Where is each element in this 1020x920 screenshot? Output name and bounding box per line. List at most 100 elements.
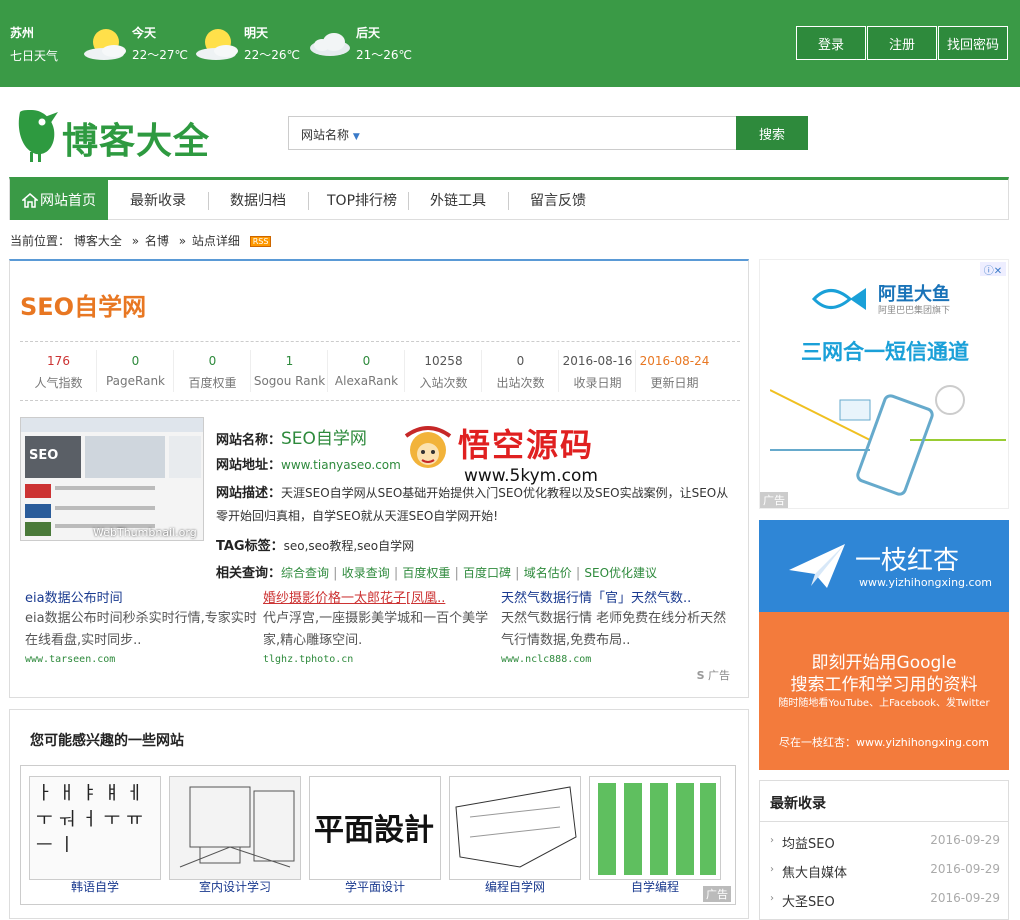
breadcrumb: 当前位置： 博客大全 » 名博 » 站点详细 RSS <box>10 232 277 249</box>
stat-item: 2016-08-24 更新日期 <box>636 342 713 400</box>
related-site-name[interactable]: 室内设计学习 <box>169 878 301 895</box>
weather-temp: 21～26℃ <box>356 48 413 62</box>
register-button[interactable]: 注册 <box>867 26 937 60</box>
stat-item: 0 出站次数 <box>482 342 559 400</box>
site-url-link[interactable]: www.tianyaseo.com <box>281 458 401 472</box>
search-type-select[interactable]: 网站名称 ▼ <box>301 126 360 143</box>
nav-link-tools[interactable]: 外链工具 <box>430 180 486 220</box>
grid-ad-label[interactable]: 广告 <box>703 886 731 902</box>
ad-s-icon: S <box>696 669 705 682</box>
ad-body: 天然气数据行情 老师免费在线分析天然气行情数据,免费布局.. <box>501 611 727 648</box>
stat-item: 0 AlexaRank <box>328 342 405 400</box>
right-ad-alidayu[interactable]: ⓘ✕ 阿里大鱼 阿里巴巴集团旗下 三网合一短信通道 广告 <box>759 259 1009 509</box>
related-site-thumb[interactable] <box>589 776 721 880</box>
query-separator: | <box>450 566 464 581</box>
related-query-link[interactable]: SEO优化建议 <box>584 566 657 580</box>
ad-title[interactable]: eia数据公布时间 <box>25 587 259 606</box>
nav-latest[interactable]: 最新收录 <box>130 180 186 220</box>
ad-headline: 三网合一短信通道 <box>801 340 969 364</box>
related-query-link[interactable]: 域名估价 <box>524 566 572 580</box>
nav-archive[interactable]: 数据归档 <box>230 180 286 220</box>
latest-item-name[interactable]: 大圣SEO <box>782 891 835 910</box>
latest-item-name[interactable]: 均益SEO <box>782 833 835 852</box>
login-button[interactable]: 登录 <box>796 26 866 60</box>
stat-value: 10258 <box>424 354 463 368</box>
right-ad-yizhihongxing[interactable]: 一枝红杏 www.yizhihongxing.com 即刻开始用Google 搜… <box>759 520 1009 770</box>
weather-day-after: 后天 21～26℃ <box>308 20 418 70</box>
ad-info-icon[interactable]: ⓘ✕ <box>980 262 1006 277</box>
stat-value: 0 <box>516 354 525 368</box>
ad-item[interactable]: eia数据公布时间 eia数据公布时间秒杀实时行情,专家实时在线看盘,实时同步.… <box>25 587 259 665</box>
bird-logo-icon[interactable] <box>12 100 60 164</box>
stat-item: 176 人气指数 <box>20 342 97 400</box>
query-separator: | <box>571 566 585 581</box>
site-url-row: 网站地址：www.tianyaseo.com <box>216 454 401 473</box>
stat-label: PageRank <box>105 374 166 388</box>
fish-logo-icon <box>811 288 866 310</box>
ad-title[interactable]: 天然气数据行情「官」天然气数.. <box>501 587 735 606</box>
related-query-link[interactable]: 百度口碑 <box>463 566 511 580</box>
search-button[interactable]: 搜索 <box>736 116 808 150</box>
ad-item[interactable]: 天然气数据行情「官」天然气数.. 天然气数据行情 老师免费在线分析天然气行情数据… <box>501 587 735 665</box>
phone-message-illustration <box>770 385 1006 496</box>
related-site-thumb[interactable] <box>169 776 301 880</box>
arrow-right-icon: › <box>770 864 774 875</box>
related-site-thumb[interactable]: ㅏㅐㅑㅒㅔ ㅜㅝㅓㅜㅠ ㅡㅣ <box>29 776 161 880</box>
nav-separator <box>308 192 309 210</box>
ad-url[interactable]: www.tarseen.com <box>25 654 259 665</box>
site-logo-text[interactable]: 博客大全 <box>62 112 210 164</box>
nav-home-label: 网站首页 <box>40 193 96 209</box>
ad-url[interactable]: www.nclc888.com <box>501 654 735 665</box>
ad-label[interactable]: S 广告 <box>697 667 730 683</box>
latest-title: 最新收录 <box>770 796 826 812</box>
site-tags[interactable]: seo,seo教程,seo自学网 <box>284 539 415 553</box>
site-desc-label: 网站描述： <box>216 486 282 501</box>
main-nav: 网站首页 最新收录 数据归档 TOP排行榜 外链工具 留言反馈 <box>9 177 1009 220</box>
site-name-row: 网站名称：SEO自学网 <box>216 424 367 449</box>
nav-separator <box>508 192 509 210</box>
nav-separator <box>208 192 209 210</box>
ad-item[interactable]: 婚纱摄影价格一太郎花子[凤凰.. 代卢浮宫,一座摄影美学城和一百个美学家,精心雕… <box>263 587 497 665</box>
related-query-link[interactable]: 综合查询 <box>281 566 329 580</box>
recover-password-button[interactable]: 找回密码 <box>938 26 1008 60</box>
query-separator: | <box>511 566 524 581</box>
site-title: SEO自学网 <box>20 293 147 321</box>
latest-item-name[interactable]: 焦大自媒体 <box>782 862 847 881</box>
ad-title[interactable]: 婚纱摄影价格一太郎花子[凤凰.. <box>263 587 497 606</box>
ad2-line2: 搜索工作和学习用的资料 <box>790 675 978 695</box>
paper-plane-icon <box>789 544 845 588</box>
related-query-link[interactable]: 百度权重 <box>402 566 450 580</box>
nav-separator <box>408 192 409 210</box>
search-input[interactable] <box>373 120 733 146</box>
related-query-link[interactable]: 收录查询 <box>342 566 390 580</box>
related-site-name[interactable]: 韩语自学 <box>29 878 161 895</box>
ad-label[interactable]: 广告 <box>760 492 788 508</box>
stat-label: 更新日期 <box>650 376 699 390</box>
related-site-name[interactable]: 自学编程 <box>589 878 721 895</box>
nav-home[interactable]: 网站首页 <box>10 180 108 220</box>
breadcrumb-item: 站点详细 <box>191 234 240 248</box>
home-icon <box>22 192 38 208</box>
nav-feedback[interactable]: 留言反馈 <box>530 180 586 220</box>
stat-label: 百度权重 <box>188 376 237 390</box>
related-site-name[interactable]: 编程自学网 <box>449 878 581 895</box>
seven-day-weather-link[interactable]: 七日天气 <box>10 47 58 64</box>
related-site-thumb[interactable] <box>449 776 581 880</box>
site-thumbnail[interactable]: SEO WebThumbnail.org <box>20 417 204 541</box>
nav-top-rank[interactable]: TOP排行榜 <box>327 180 397 220</box>
related-site-thumb[interactable]: 平面設計 <box>309 776 441 880</box>
top-bar: 苏州 七日天气 今天 22～27℃ 明天 22～26℃ 后天 21～26℃ 登录… <box>0 0 1020 87</box>
site-url-label: 网站地址： <box>216 458 282 473</box>
search-bar: 网站名称 ▼ 搜索 <box>288 116 808 150</box>
breadcrumb-item[interactable]: 名博 <box>145 234 169 248</box>
ad-url[interactable]: tlghz.tphoto.cn <box>263 654 497 665</box>
breadcrumb-item[interactable]: 博客大全 <box>74 234 122 248</box>
rss-icon[interactable]: RSS <box>249 236 272 247</box>
stat-item: 2016-08-16 收录日期 <box>559 342 636 400</box>
search-type-label: 网站名称 <box>301 128 350 142</box>
related-site-name[interactable]: 学平面设计 <box>309 878 441 895</box>
sun-cloud-icon <box>84 29 126 60</box>
stat-label: 收录日期 <box>573 376 622 390</box>
weather-day-label: 明天 <box>244 26 269 40</box>
weather-day-label: 今天 <box>132 26 157 40</box>
